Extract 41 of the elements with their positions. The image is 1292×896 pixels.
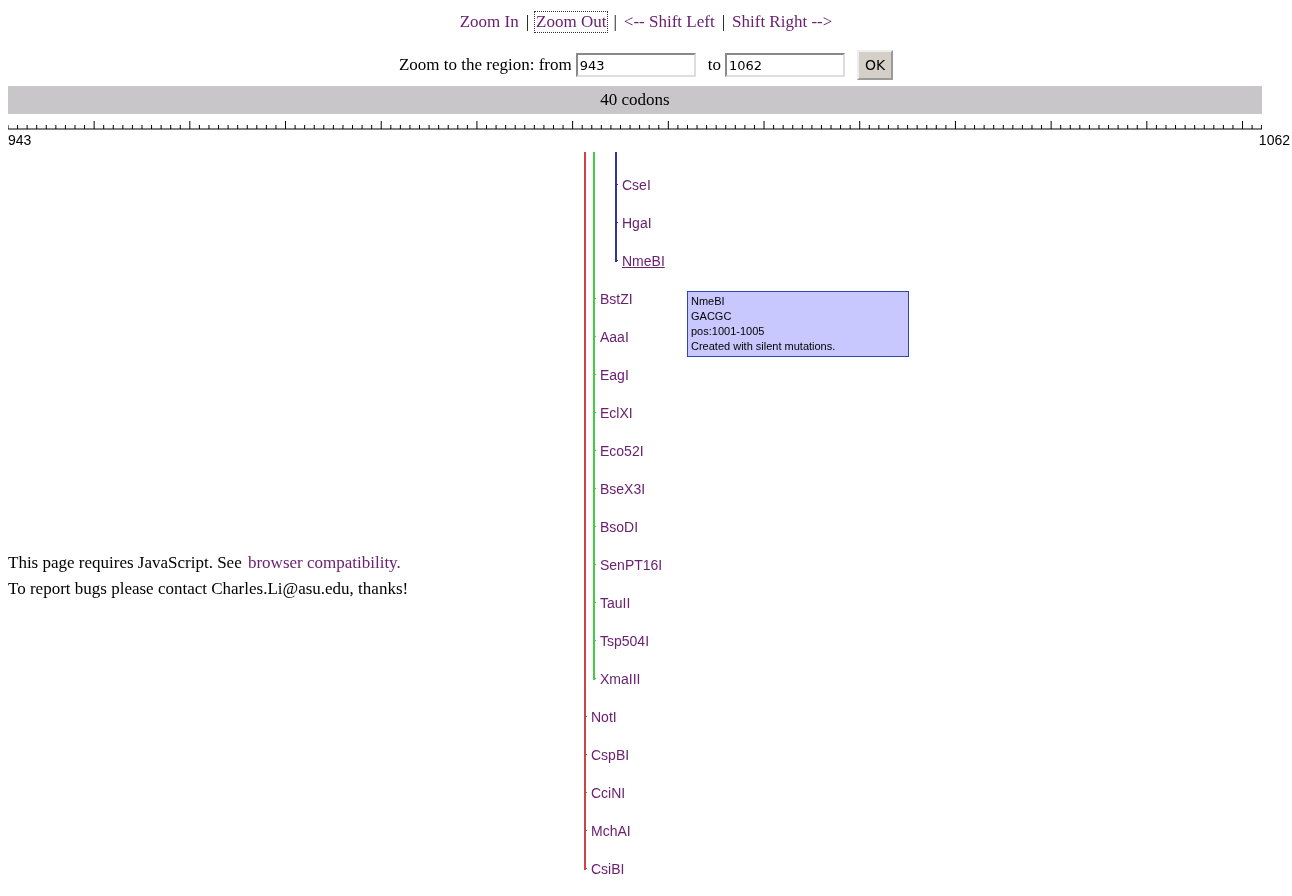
tooltip-line: Created with silent mutations. xyxy=(691,339,837,354)
contact-note: To report bugs please contact Charles.Li@asu.edu, thanks! xyxy=(8,578,410,600)
enzyme-label[interactable]: NotI xyxy=(591,708,617,726)
separator: | xyxy=(721,12,726,32)
enzyme-label[interactable]: XmaIII xyxy=(600,670,641,688)
scale-bar: 40 codons xyxy=(8,86,1262,114)
enzyme-label[interactable]: CciNI xyxy=(591,784,626,802)
nav-link[interactable]: Shift Right --> xyxy=(730,11,835,33)
nav-link[interactable]: <-- Shift Left xyxy=(621,11,717,33)
region-label: Zoom to the region: from xyxy=(398,55,572,75)
enzyme-label[interactable]: NmeBI xyxy=(622,252,665,270)
enzyme-label[interactable]: CsiBI xyxy=(591,860,625,878)
enzyme-label[interactable]: CseI xyxy=(622,176,651,194)
enzyme-label[interactable]: Tsp504I xyxy=(600,632,650,650)
tooltip-line: pos:1001-1005 xyxy=(691,324,766,339)
separator: | xyxy=(613,12,617,32)
ok-button[interactable]: OK xyxy=(856,50,894,80)
tooltip-line: GACGC xyxy=(691,309,733,324)
enzyme-label[interactable]: BsoDI xyxy=(600,518,639,536)
enzyme-label[interactable]: CspBI xyxy=(591,746,630,764)
tooltip-line: NmeBI xyxy=(691,294,726,309)
enzyme-label[interactable]: AaaI xyxy=(600,328,629,346)
from-field[interactable]: 943 xyxy=(575,53,696,77)
to-field[interactable]: 1062 xyxy=(724,53,845,77)
ruler-start: 943 xyxy=(8,132,32,150)
enzyme-label[interactable]: BseX3I xyxy=(600,480,646,498)
nav-link[interactable]: Zoom In xyxy=(457,11,521,33)
separator: | xyxy=(525,12,530,32)
enzyme-label[interactable]: EclXI xyxy=(600,404,633,422)
enzyme-label[interactable]: Eco52I xyxy=(600,442,644,460)
enzyme-label[interactable]: SenPT16I xyxy=(600,556,663,574)
javascript-note: This page requires JavaScript. See browser compatibility. xyxy=(8,551,404,575)
to-label: to xyxy=(707,55,721,75)
enzyme-label[interactable]: BstZI xyxy=(600,290,633,308)
nav-link[interactable]: Zoom Out xyxy=(534,11,609,33)
enzyme-label[interactable]: TauII xyxy=(600,594,631,612)
enzyme-label[interactable]: HgaI xyxy=(622,214,652,232)
enzyme-label[interactable]: MchAI xyxy=(591,822,631,840)
ruler-end: 1062 xyxy=(1258,132,1290,150)
enzyme-label[interactable]: EagI xyxy=(600,366,629,384)
compatibility-link[interactable]: browser compatibility. xyxy=(245,552,403,573)
